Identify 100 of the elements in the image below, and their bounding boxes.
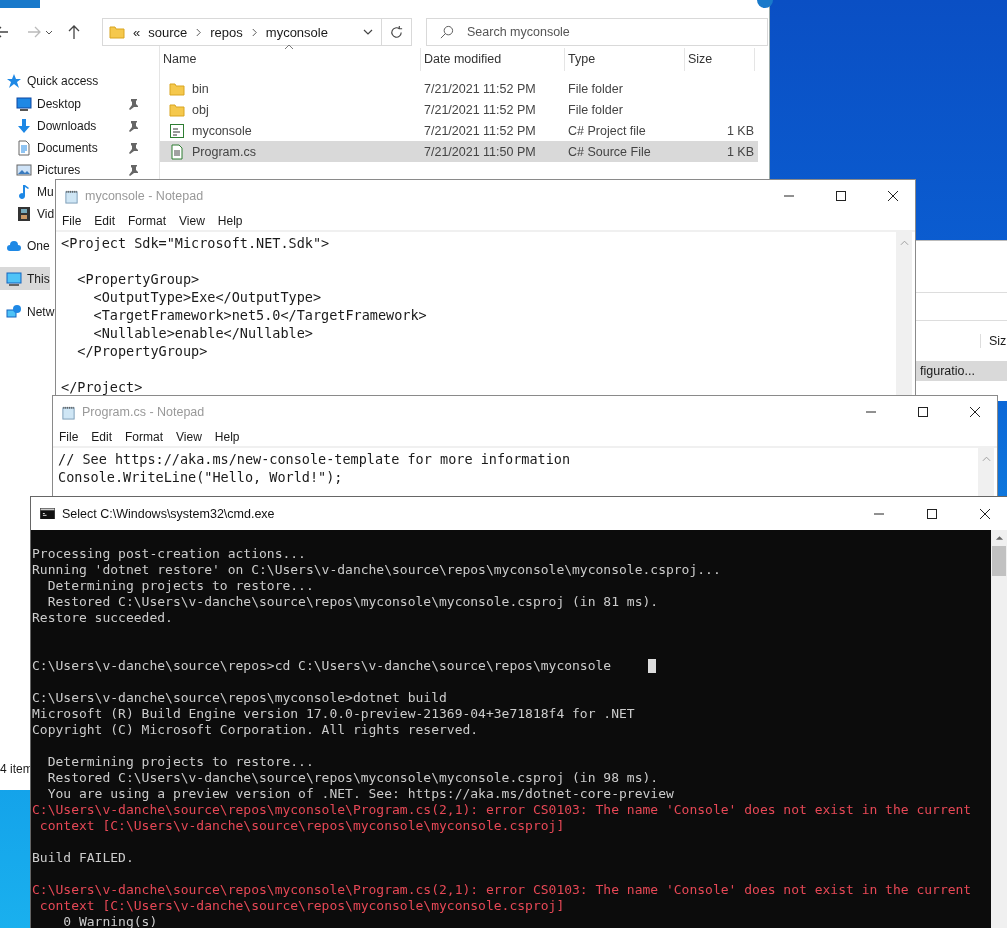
menu-item[interactable]: Edit (91, 430, 113, 444)
menu-item[interactable]: Format (125, 430, 164, 444)
folder-icon (169, 80, 185, 97)
file-row[interactable]: Program.cs 7/21/2021 11:50 PM C# Source File 1 KB (160, 141, 758, 162)
nav-item[interactable]: Desktop (0, 93, 156, 114)
file-name: Program.cs (192, 144, 256, 159)
code-line: </PropertyGroup> (76, 342, 209, 360)
menu-item[interactable]: Format (128, 214, 167, 228)
type-cell-text: C# Project file (568, 123, 647, 138)
menu-item[interactable]: Edit (94, 214, 116, 228)
file-name: obj (192, 102, 209, 117)
file-name: myconsole (192, 123, 252, 138)
notepad-icon (61, 404, 76, 420)
close-icon[interactable] (887, 190, 899, 202)
console-line: 0 Warning(s) (62, 914, 158, 928)
scroll-up-icon[interactable] (994, 535, 1004, 541)
date-cell-text: 7/21/2021 11:52 PM (424, 102, 537, 117)
close-icon[interactable] (969, 406, 981, 418)
file-row[interactable]: figuratio... (916, 361, 1007, 381)
film-icon (16, 205, 32, 222)
column-header[interactable]: Name (160, 48, 421, 71)
console-line: C:\Users\v-danche\source\repos>cd C:\Users\v-danche\source\repos\myconsole (32, 658, 612, 674)
date-cell-text: 7/21/2021 11:50 PM (424, 144, 537, 159)
size-cell-text: 1 KB (725, 144, 755, 159)
date-cell-text: 7/21/2021 11:52 PM (424, 123, 537, 138)
refresh-button[interactable] (382, 18, 412, 46)
pin-icon (127, 164, 139, 176)
sort-caret-icon (284, 44, 294, 50)
up-arrow-icon[interactable] (66, 24, 82, 40)
type-cell-text: File folder (568, 81, 624, 96)
close-icon[interactable] (979, 507, 991, 520)
console-line: Processing post-creation actions... (32, 546, 306, 562)
chevron-right-icon (195, 27, 203, 37)
column-header[interactable]: Type (565, 48, 685, 71)
nav-item[interactable]: Netw (0, 300, 55, 323)
file-row[interactable]: obj 7/21/2021 11:52 PM File folder (160, 99, 758, 120)
nav-item[interactable]: Vid (0, 203, 55, 224)
star-icon (6, 72, 22, 89)
column-header[interactable]: Siz (980, 334, 1007, 348)
menu-item[interactable]: View (176, 430, 202, 444)
code-line: <Nullable>enable</Nullable> (92, 324, 314, 342)
text-editor[interactable]: <Project Sdk="Microsoft.NET.Sdk"> <PropertyGroup> <OutputType>Exe</OutputType> <TargetFramework>net5.0</TargetFramework> <Nullable>enable</Nullable> </PropertyGroup> </Project> (56, 232, 896, 395)
maximize-icon[interactable] (835, 190, 847, 202)
download-arrow-icon (16, 117, 32, 134)
search-field[interactable]: Search myconsole (426, 18, 768, 46)
breadcrumb[interactable]: myconsole (265, 24, 328, 40)
notepad-icon (64, 188, 79, 204)
network-icon (6, 303, 22, 320)
pin-icon (127, 120, 139, 132)
error-line: context [C:\Users\v-danche\source\repos\myconsole\myconsole.csproj] (38, 898, 565, 914)
console-line: You are using a preview version of .NET. See: https://aka.ms/dotnet-core-preview (46, 786, 674, 802)
text-editor[interactable]: // See https://aka.ms/new-console-template for more information Console.WriteLine("Hello, World!"); (53, 448, 978, 496)
error-line: C:\Users\v-danche\source\repos\myconsole\Program.cs(2,1): error CS0103: The name 'Console' does not exist in the current (32, 802, 972, 818)
music-note-icon (16, 183, 32, 200)
menu-item[interactable]: Help (214, 430, 240, 444)
console-line: Determining projects to restore... (46, 578, 314, 594)
console-line: C:\Users\v-danche\source\repos\myconsole>dotnet build (32, 690, 447, 706)
address-bar[interactable]: « source repos myconsole (102, 18, 382, 46)
menu-item[interactable]: File (62, 214, 82, 228)
folder-icon (169, 101, 185, 118)
code-line: Console.WriteLine("Hello, World!"); (58, 468, 344, 486)
code-line: // See https://aka.ms/new-console-template for more information (58, 450, 572, 468)
console-line: Restored C:\Users\v-danche\source\repos\myconsole\myconsole.csproj (in 81 ms). (46, 594, 659, 610)
nav-item[interactable]: Documents (0, 137, 156, 158)
nav-item[interactable]: Mu (0, 181, 54, 202)
nav-item[interactable]: Quick access (0, 69, 99, 92)
file-row[interactable]: bin 7/21/2021 11:52 PM File folder (160, 78, 758, 99)
console-line: Build FAILED. (32, 850, 134, 866)
pin-icon (127, 98, 139, 110)
refresh-icon (389, 24, 404, 40)
pin-icon (127, 142, 139, 154)
menu-item[interactable]: Help (217, 214, 243, 228)
chevron-right-icon (250, 27, 258, 37)
code-line: <Project Sdk="Microsoft.NET.Sdk"> (61, 234, 331, 252)
nav-item[interactable]: This (0, 267, 50, 290)
error-line: context [C:\Users\v-danche\source\repos\myconsole\myconsole.csproj] (38, 818, 565, 834)
code-line: <OutputType>Exe</OutputType> (92, 288, 323, 306)
menu-item[interactable]: File (59, 430, 79, 444)
file-name: bin (192, 81, 209, 96)
maximize-icon[interactable] (917, 406, 929, 418)
maximize-icon[interactable] (926, 507, 938, 520)
menu-item[interactable]: View (179, 214, 205, 228)
console-line: Determining projects to restore... (46, 754, 314, 770)
scroll-thumb[interactable] (992, 546, 1006, 576)
breadcrumb[interactable]: source (148, 24, 188, 40)
monitor-icon (6, 270, 22, 287)
code-line: <PropertyGroup> (76, 270, 201, 288)
nav-item[interactable]: Pictures (0, 159, 156, 180)
breadcrumb[interactable]: repos (210, 24, 243, 40)
text-file-icon (169, 143, 185, 160)
column-header[interactable]: Date modified (421, 48, 565, 71)
console-line: Restored C:\Users\v-danche\source\repos\myconsole\myconsole.csproj (in 98 ms). (46, 770, 659, 786)
desktop-icon (16, 95, 32, 112)
nav-item[interactable]: One (0, 234, 50, 257)
column-header[interactable]: Size (685, 48, 755, 71)
file-row[interactable]: myconsole 7/21/2021 11:52 PM C# Project file 1 KB (160, 120, 758, 141)
project-file-icon (169, 122, 185, 139)
nav-item[interactable]: Downloads (0, 115, 156, 136)
dropdown-caret-icon[interactable] (363, 27, 373, 37)
overflow-chevron[interactable]: « (133, 24, 141, 40)
